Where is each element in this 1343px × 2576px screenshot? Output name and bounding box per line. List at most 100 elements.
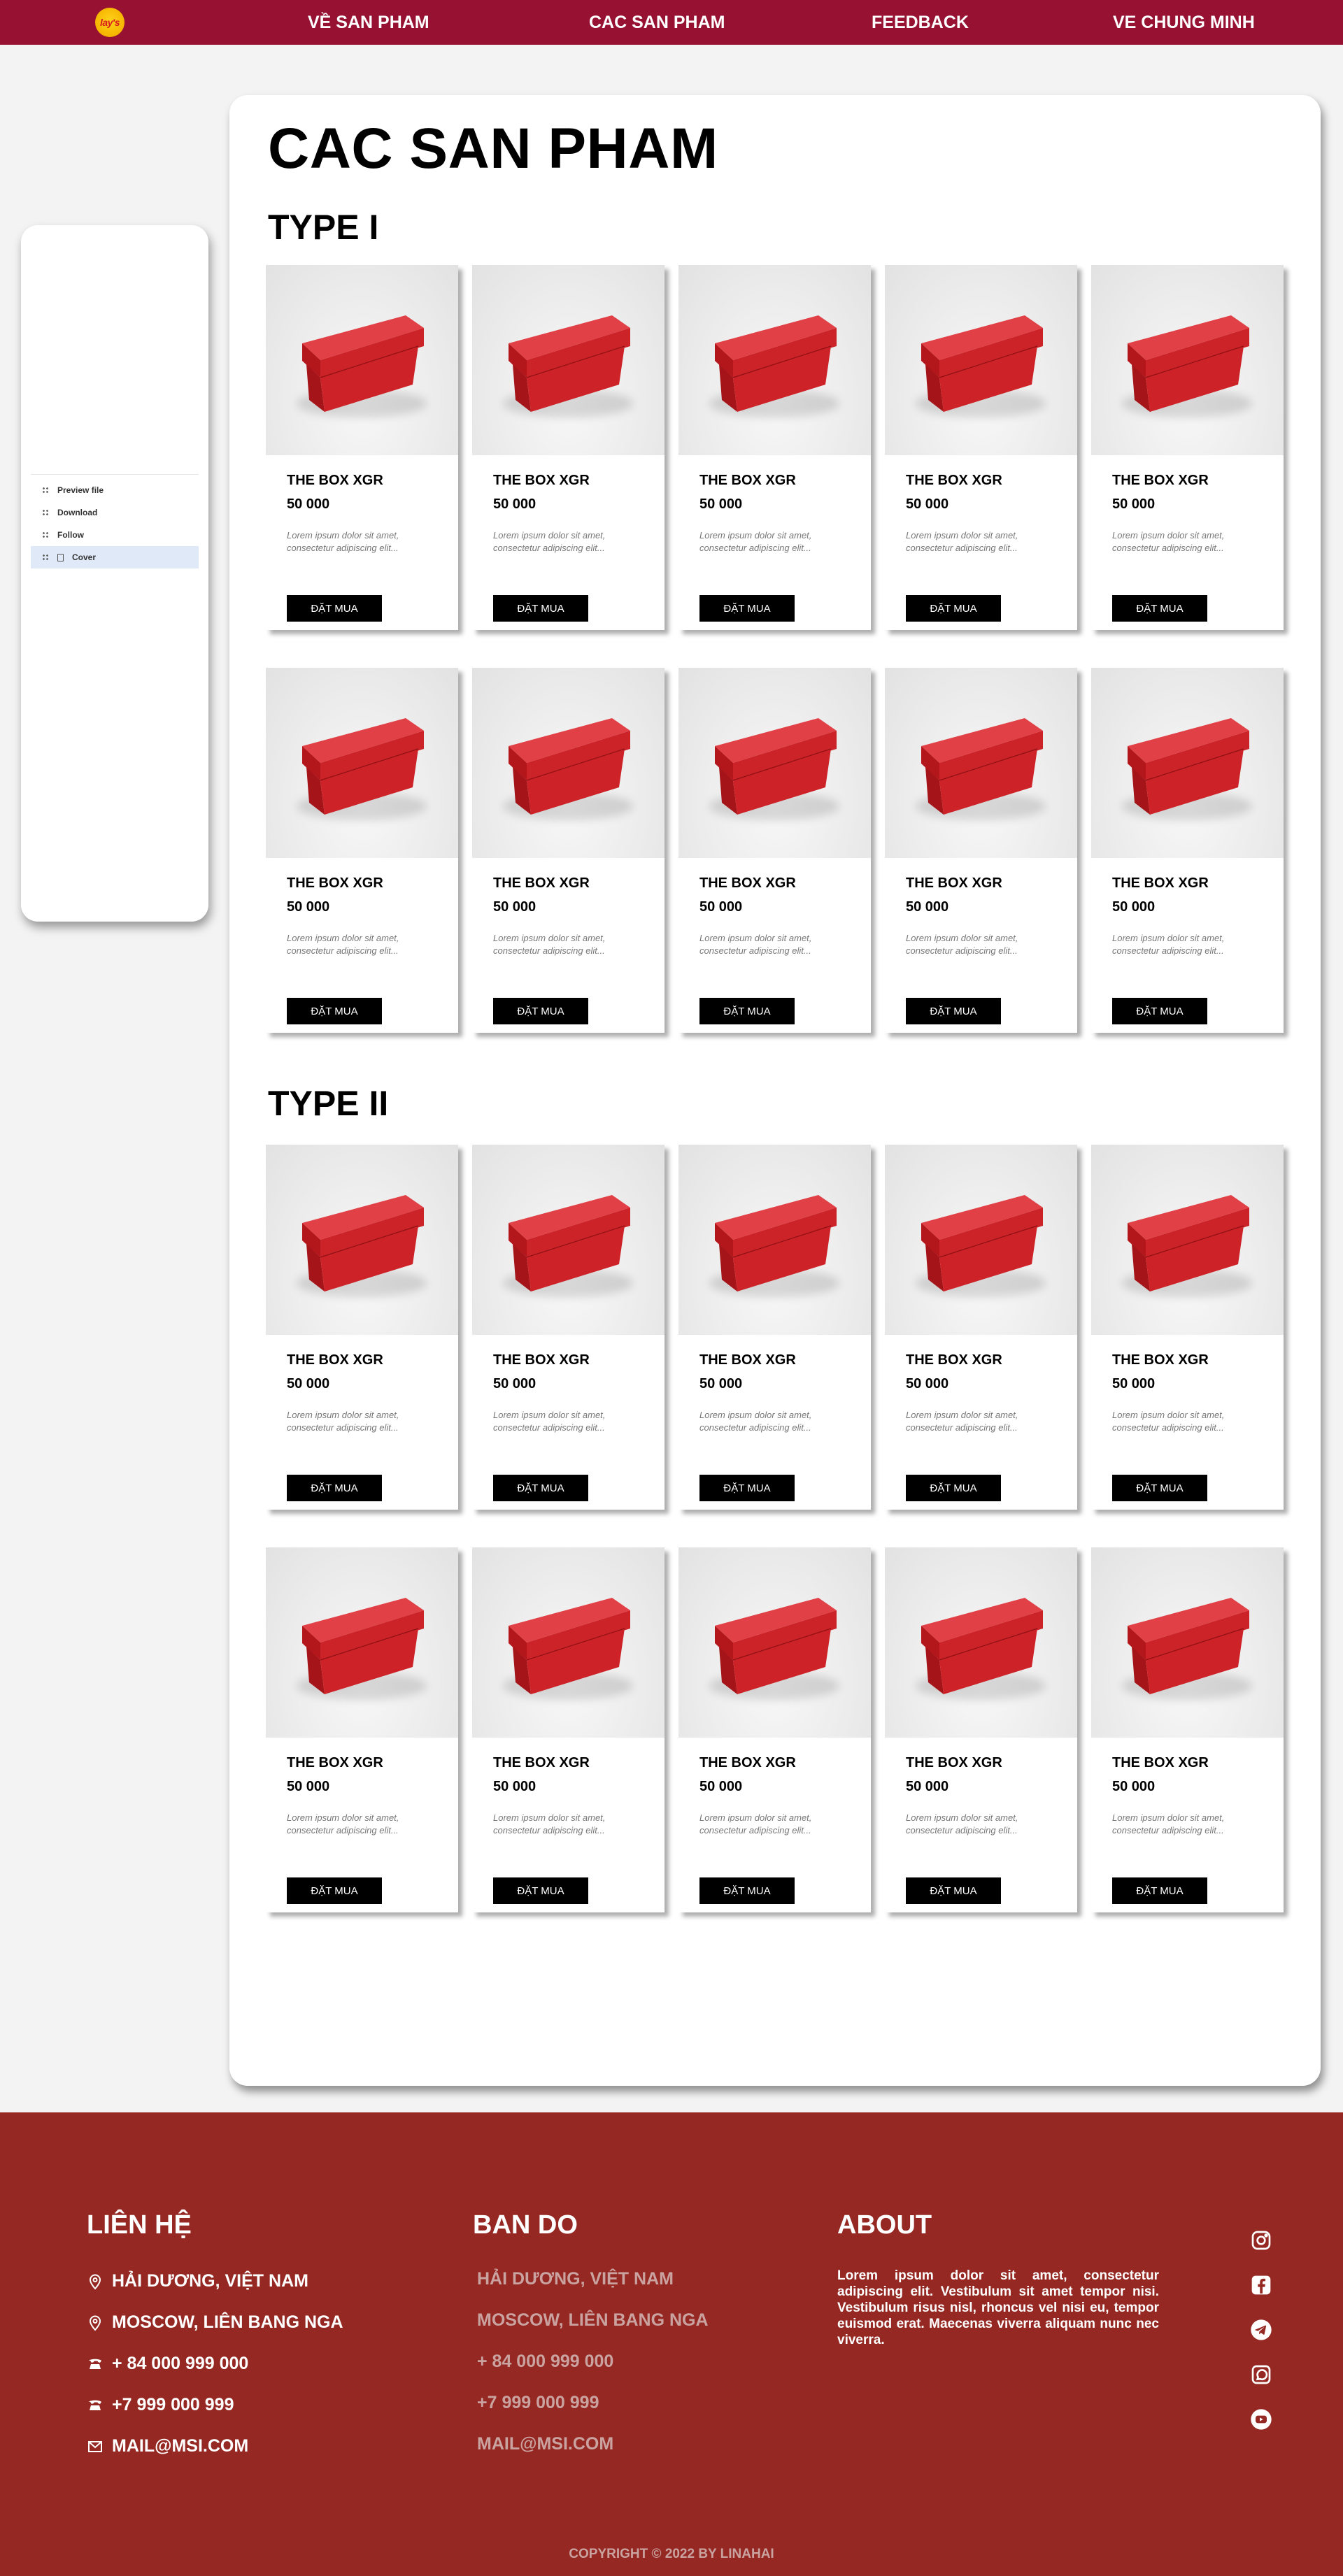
product-info: THE BOX XGR 50 000 Lorem ipsum dolor sit…	[885, 1335, 1077, 1501]
map-list: HẢI DƯƠNG, VIỆT NAM MOSCOW, LIÊN BANG NG…	[477, 2265, 709, 2471]
product-image[interactable]	[266, 265, 458, 455]
map-item[interactable]: MOSCOW, LIÊN BANG NGA	[477, 2306, 709, 2347]
buy-button[interactable]: ĐẶT MUA	[906, 1877, 1001, 1904]
product-image[interactable]	[266, 668, 458, 858]
buy-button[interactable]: ĐẶT MUA	[493, 595, 588, 622]
buy-button[interactable]: ĐẶT MUA	[287, 1877, 382, 1904]
product-image[interactable]	[472, 668, 665, 858]
product-name: THE BOX XGR	[287, 1755, 383, 1770]
instagram-icon[interactable]	[1249, 2228, 1273, 2252]
product-description: Lorem ipsum dolor sit amet, consectetur …	[493, 1812, 606, 1836]
nav-cac-san-pham[interactable]: CAC SAN PHAM	[589, 0, 725, 45]
product-description: Lorem ipsum dolor sit amet, consectetur …	[1112, 933, 1225, 956]
product-price: 50 000	[699, 496, 743, 512]
side-menu: Preview file Download Follow Cover	[31, 474, 199, 568]
side-item-label: Follow	[57, 530, 84, 540]
product-image[interactable]	[266, 1145, 458, 1335]
product-image[interactable]	[678, 1145, 871, 1335]
product-image[interactable]	[266, 1547, 458, 1738]
product-image[interactable]	[678, 668, 871, 858]
product-card: THE BOX XGR 50 000 Lorem ipsum dolor sit…	[885, 1547, 1077, 1912]
location-pin-icon	[89, 2315, 101, 2331]
buy-button[interactable]: ĐẶT MUA	[1112, 595, 1207, 622]
contact-list: HẢI DƯƠNG, VIỆT NAM MOSCOW, LIÊN BANG NG…	[87, 2261, 343, 2467]
lays-logo[interactable]: lay's	[95, 8, 125, 37]
product-image[interactable]	[1091, 668, 1284, 858]
side-item-label: Cover	[72, 552, 97, 562]
buy-button[interactable]: ĐẶT MUA	[699, 595, 795, 622]
product-name: THE BOX XGR	[699, 875, 796, 891]
about-title: ABOUT	[837, 2210, 932, 2240]
nav-feedback[interactable]: FEEDBACK	[872, 0, 969, 45]
section-title-type-1: TYPE I	[268, 208, 379, 247]
buy-button[interactable]: ĐẶT MUA	[287, 1475, 382, 1501]
contact-item: + 84 000 999 000	[87, 2343, 343, 2384]
product-image[interactable]	[472, 265, 665, 455]
product-price: 50 000	[287, 899, 330, 915]
product-image[interactable]	[1091, 1145, 1284, 1335]
nav-ve-san-pham[interactable]: VỀ SAN PHAM	[308, 0, 429, 45]
buy-button[interactable]: ĐẶT MUA	[699, 998, 795, 1024]
product-image[interactable]	[472, 1145, 665, 1335]
nav-ve-chung-minh[interactable]: VE CHUNG MINH	[1113, 0, 1255, 45]
product-price: 50 000	[1112, 899, 1156, 915]
side-panel: Preview file Download Follow Cover	[21, 225, 208, 922]
product-image[interactable]	[1091, 1547, 1284, 1738]
map-item[interactable]: MAIL@MSI.COM	[477, 2430, 709, 2471]
product-card: THE BOX XGR 50 000 Lorem ipsum dolor sit…	[678, 668, 871, 1033]
product-card: THE BOX XGR 50 000 Lorem ipsum dolor sit…	[885, 668, 1077, 1033]
buy-button[interactable]: ĐẶT MUA	[906, 1475, 1001, 1501]
buy-button[interactable]: ĐẶT MUA	[287, 998, 382, 1024]
telegram-icon[interactable]	[1249, 2318, 1273, 2342]
product-image[interactable]	[1091, 265, 1284, 455]
product-card: THE BOX XGR 50 000 Lorem ipsum dolor sit…	[472, 668, 665, 1033]
side-item-follow[interactable]: Follow	[31, 524, 199, 546]
map-item[interactable]: HẢI DƯƠNG, VIỆT NAM	[477, 2265, 709, 2306]
product-price: 50 000	[1112, 496, 1156, 512]
whatsapp-icon[interactable]	[1249, 2363, 1273, 2387]
product-name: THE BOX XGR	[906, 1755, 1002, 1770]
product-name: THE BOX XGR	[699, 1352, 796, 1368]
product-image[interactable]	[678, 1547, 871, 1738]
buy-button[interactable]: ĐẶT MUA	[493, 1877, 588, 1904]
buy-button[interactable]: ĐẶT MUA	[906, 998, 1001, 1024]
buy-button[interactable]: ĐẶT MUA	[493, 1475, 588, 1501]
product-info: THE BOX XGR 50 000 Lorem ipsum dolor sit…	[472, 1335, 665, 1501]
product-image[interactable]	[885, 265, 1077, 455]
copyright: COPYRIGHT © 2022 BY LINAHAI	[569, 2547, 774, 2561]
contact-item: HẢI DƯƠNG, VIỆT NAM	[87, 2261, 343, 2302]
grip-icon	[42, 487, 49, 494]
product-image[interactable]	[885, 668, 1077, 858]
side-item-preview-file[interactable]: Preview file	[31, 479, 199, 501]
buy-button[interactable]: ĐẶT MUA	[493, 998, 588, 1024]
product-card: THE BOX XGR 50 000 Lorem ipsum dolor sit…	[266, 1547, 458, 1912]
buy-button[interactable]: ĐẶT MUA	[1112, 1877, 1207, 1904]
product-image[interactable]	[678, 265, 871, 455]
buy-button[interactable]: ĐẶT MUA	[1112, 998, 1207, 1024]
product-price: 50 000	[287, 1376, 330, 1391]
map-item[interactable]: +7 999 000 999	[477, 2389, 709, 2430]
section-title-type-2: TYPE II	[268, 1084, 389, 1123]
facebook-icon[interactable]	[1249, 2273, 1273, 2297]
product-image[interactable]	[885, 1145, 1077, 1335]
buy-button[interactable]: ĐẶT MUA	[1112, 1475, 1207, 1501]
products-panel: CAC SAN PHAM TYPE I THE BOX XGR 50 000 L…	[229, 95, 1321, 2086]
product-name: THE BOX XGR	[699, 1755, 796, 1770]
product-name: THE BOX XGR	[1112, 1352, 1209, 1368]
buy-button[interactable]: ĐẶT MUA	[906, 595, 1001, 622]
side-item-download[interactable]: Download	[31, 501, 199, 524]
about-text: Lorem ipsum dolor sit amet, consectetur …	[837, 2268, 1159, 2347]
side-item-cover[interactable]: Cover	[31, 546, 199, 568]
map-item[interactable]: + 84 000 999 000	[477, 2347, 709, 2389]
product-description: Lorem ipsum dolor sit amet, consectetur …	[699, 1410, 812, 1433]
buy-button[interactable]: ĐẶT MUA	[699, 1877, 795, 1904]
product-price: 50 000	[287, 1779, 330, 1794]
product-name: THE BOX XGR	[287, 1352, 383, 1368]
product-card: THE BOX XGR 50 000 Lorem ipsum dolor sit…	[678, 1547, 871, 1912]
product-image[interactable]	[472, 1547, 665, 1738]
buy-button[interactable]: ĐẶT MUA	[287, 595, 382, 622]
buy-button[interactable]: ĐẶT MUA	[699, 1475, 795, 1501]
youtube-icon[interactable]	[1249, 2407, 1273, 2431]
product-description: Lorem ipsum dolor sit amet, consectetur …	[906, 530, 1018, 553]
product-image[interactable]	[885, 1547, 1077, 1738]
